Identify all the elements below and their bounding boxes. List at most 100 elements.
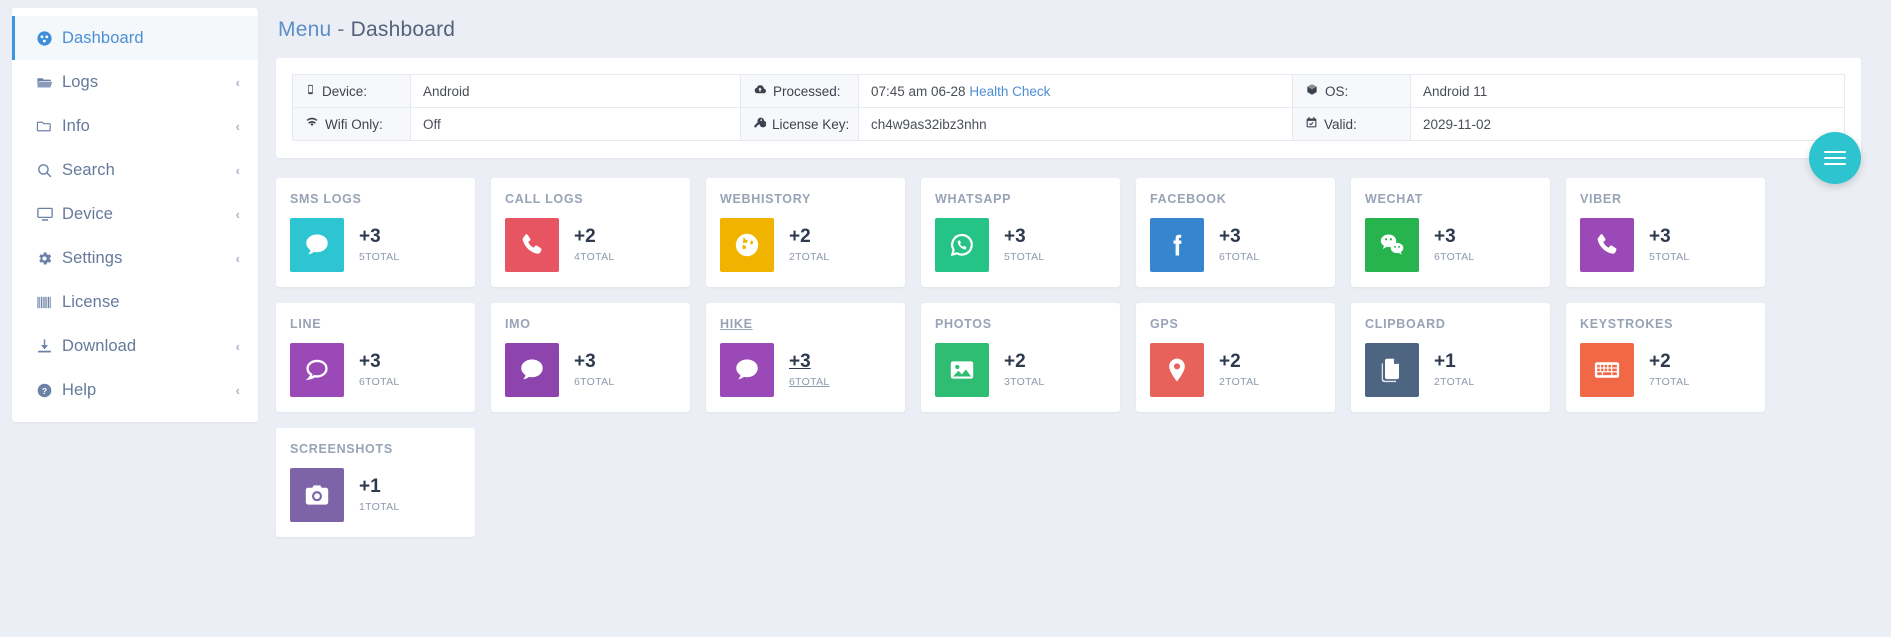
main-content: Menu - Dashboard Device: AndroidProcessed… [258, 0, 1891, 637]
sidebar-item-device[interactable]: Device‹ [12, 192, 258, 236]
info-label: Device: [322, 84, 367, 99]
stat-card-hike[interactable]: HIKE+36TOTAL [706, 303, 905, 412]
stat-card-total: 6TOTAL [1434, 251, 1475, 263]
info-value-cell: Off [411, 108, 741, 141]
stat-card-figures: +36TOTAL [789, 352, 830, 388]
sidebar-item-label: Dashboard [62, 29, 240, 48]
stat-card-total: 5TOTAL [1004, 251, 1045, 263]
page-title-separator: - [337, 18, 344, 41]
stat-card-title: WHATSAPP [935, 192, 1106, 206]
info-label-cell: Processed: [741, 75, 859, 108]
stat-card-body: +27TOTAL [1580, 343, 1751, 397]
stat-card-body: +36TOTAL [1150, 218, 1321, 272]
chat-outline-icon [290, 343, 344, 397]
folder-outline-icon [36, 118, 62, 135]
device-info-panel: Device: AndroidProcessed:07:45 am 06-28 H… [276, 58, 1861, 158]
chevron-left-icon[interactable]: ‹ [236, 251, 240, 266]
stat-card-wechat[interactable]: WECHAT +3 6TOTAL [1351, 178, 1550, 287]
stat-card-photos[interactable]: PHOTOS +23TOTAL [921, 303, 1120, 412]
health-check-link[interactable]: Health Check [969, 84, 1050, 99]
info-label: Valid: [1324, 117, 1357, 132]
stat-card-total: 3TOTAL [1004, 376, 1045, 388]
stat-card-title: WECHAT [1365, 192, 1536, 206]
stat-card-imo[interactable]: IMO+36TOTAL [491, 303, 690, 412]
download-icon [36, 338, 62, 355]
stat-card-facebook[interactable]: FACEBOOK+36TOTAL [1136, 178, 1335, 287]
chevron-left-icon[interactable]: ‹ [236, 163, 240, 178]
info-value-cell: Android [411, 75, 741, 108]
stat-card-keystrokes[interactable]: KEYSTROKES+27TOTAL [1566, 303, 1765, 412]
info-label-cell: Valid: [1293, 108, 1411, 141]
stat-card-total: 4TOTAL [574, 251, 615, 263]
wechat-icon [1365, 218, 1419, 272]
stat-card-title: PHOTOS [935, 317, 1106, 331]
stat-card-count: +2 [1219, 352, 1260, 372]
stat-card-body: +11TOTAL [290, 468, 461, 522]
chevron-left-icon[interactable]: ‹ [236, 75, 240, 90]
stat-card-whatsapp[interactable]: WHATSAPP +35TOTAL [921, 178, 1120, 287]
stat-card-total: 2TOTAL [1434, 376, 1475, 388]
sidebar-item-settings[interactable]: Settings‹ [12, 236, 258, 280]
info-label: Wifi Only: [325, 117, 383, 132]
stat-card-total: 2TOTAL [789, 251, 830, 263]
stat-card-title: LINE [290, 317, 461, 331]
stat-card-body: +36TOTAL [505, 343, 676, 397]
stat-card-figures: +22TOTAL [1219, 352, 1260, 388]
sidebar-item-download[interactable]: Download‹ [12, 324, 258, 368]
chevron-left-icon[interactable]: ‹ [236, 383, 240, 398]
stat-card-figures: +36TOTAL [359, 352, 400, 388]
chevron-left-icon[interactable]: ‹ [236, 119, 240, 134]
stat-card-screenshots[interactable]: SCREENSHOTS+11TOTAL [276, 428, 475, 537]
sidebar-item-help[interactable]: ?Help‹ [12, 368, 258, 412]
stat-card-count: +1 [359, 477, 400, 497]
facebook-icon [1150, 218, 1204, 272]
info-value-cell: 07:45 am 06-28 Health Check [859, 75, 1293, 108]
info-value: ch4w9as32ibz3nhn [871, 117, 987, 132]
info-value: Off [423, 117, 441, 132]
stat-card-count: +3 [789, 352, 830, 372]
stat-card-count: +3 [1434, 227, 1475, 247]
sidebar-item-label: Logs [62, 73, 236, 92]
chevron-left-icon[interactable]: ‹ [236, 207, 240, 222]
sidebar-item-search[interactable]: Search‹ [12, 148, 258, 192]
stat-card-clipboard[interactable]: CLIPBOARD+12TOTAL [1351, 303, 1550, 412]
page-title-name: Dashboard [351, 18, 456, 41]
info-label-cell: Wifi Only: [293, 108, 411, 141]
copy-icon [1365, 343, 1419, 397]
stat-card-call-logs[interactable]: CALL LOGS+24TOTAL [491, 178, 690, 287]
info-value-cell: ch4w9as32ibz3nhn [859, 108, 1293, 141]
wifi-icon [305, 117, 319, 132]
sidebar-item-license[interactable]: License [12, 280, 258, 324]
stat-card-gps[interactable]: GPS+22TOTAL [1136, 303, 1335, 412]
search-icon [36, 162, 62, 179]
stat-card-figures: +1 2TOTAL [1434, 352, 1475, 388]
phone-icon [505, 218, 559, 272]
info-value: 2029-11-02 [1423, 117, 1491, 132]
sidebar-item-logs[interactable]: Logs‹ [12, 60, 258, 104]
stat-card-title: WEBHISTORY [720, 192, 891, 206]
stat-card-webhistory[interactable]: WEBHISTORY +2 2TOTAL [706, 178, 905, 287]
chat-bubble-icon [720, 343, 774, 397]
stat-card-figures: +23TOTAL [1004, 352, 1045, 388]
stat-card-count: +1 [1434, 352, 1475, 372]
gear-icon [36, 250, 62, 267]
calendar-check-icon [1305, 117, 1318, 132]
stat-card-figures: +24TOTAL [574, 227, 615, 263]
stat-card-count: +2 [789, 227, 830, 247]
info-label-cell: OS: [1293, 75, 1411, 108]
device-info-table: Device: AndroidProcessed:07:45 am 06-28 H… [292, 74, 1845, 141]
sidebar-item-label: Device [62, 205, 236, 224]
stat-card-sms-logs[interactable]: SMS LOGS+35TOTAL [276, 178, 475, 287]
stat-card-figures: +35TOTAL [1004, 227, 1045, 263]
menu-toggle-fab[interactable] [1809, 132, 1861, 184]
stat-card-line[interactable]: LINE +36TOTAL [276, 303, 475, 412]
chevron-left-icon[interactable]: ‹ [236, 339, 240, 354]
stat-card-viber[interactable]: VIBER+35TOTAL [1566, 178, 1765, 287]
info-value-cell: Android 11 [1411, 75, 1845, 108]
info-value: Android 11 [1423, 84, 1487, 99]
sidebar-item-dashboard[interactable]: Dashboard [12, 16, 258, 60]
page-title: Menu - Dashboard [276, 0, 1861, 58]
stat-card-body: +2 2TOTAL [720, 218, 891, 272]
keyboard-icon [1580, 343, 1634, 397]
sidebar-item-info[interactable]: Info‹ [12, 104, 258, 148]
